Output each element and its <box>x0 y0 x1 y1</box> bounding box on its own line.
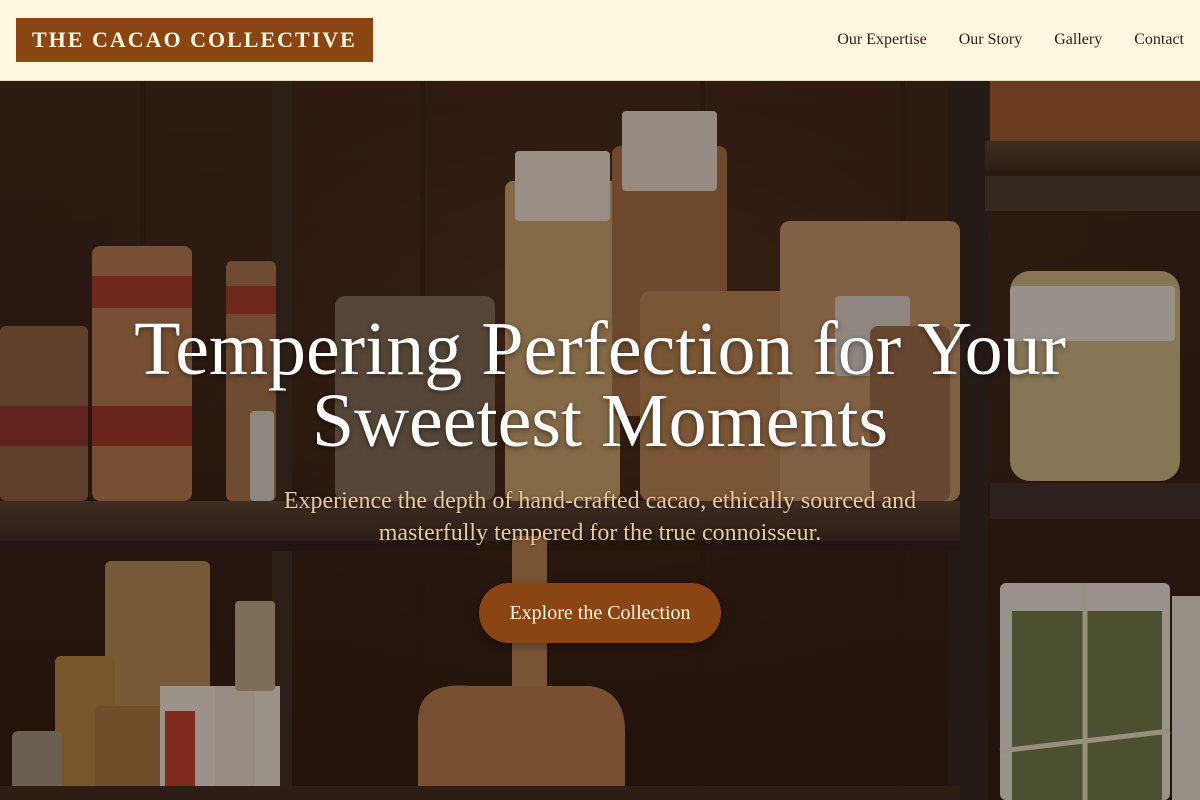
site-header: THE CACAO COLLECTIVE Our Expertise Our S… <box>0 0 1200 81</box>
nav-link-gallery[interactable]: Gallery <box>1054 31 1102 49</box>
nav-link-our-story[interactable]: Our Story <box>959 31 1023 49</box>
hero-title: Tempering Perfection for Your Sweetest M… <box>134 307 1066 463</box>
main-nav: Our Expertise Our Story Gallery Contact <box>805 31 1184 49</box>
hero-section: Tempering Perfection for Your Sweetest M… <box>0 81 1200 800</box>
hero-content: Tempering Perfection for Your Sweetest M… <box>0 81 1200 800</box>
hero-subtitle: Experience the depth of hand-crafted cac… <box>283 488 917 546</box>
explore-collection-button[interactable]: Explore the Collection <box>479 583 721 643</box>
brand-logo[interactable]: THE CACAO COLLECTIVE <box>16 18 373 62</box>
nav-link-contact[interactable]: Contact <box>1134 31 1184 49</box>
nav-link-our-expertise[interactable]: Our Expertise <box>837 31 926 49</box>
